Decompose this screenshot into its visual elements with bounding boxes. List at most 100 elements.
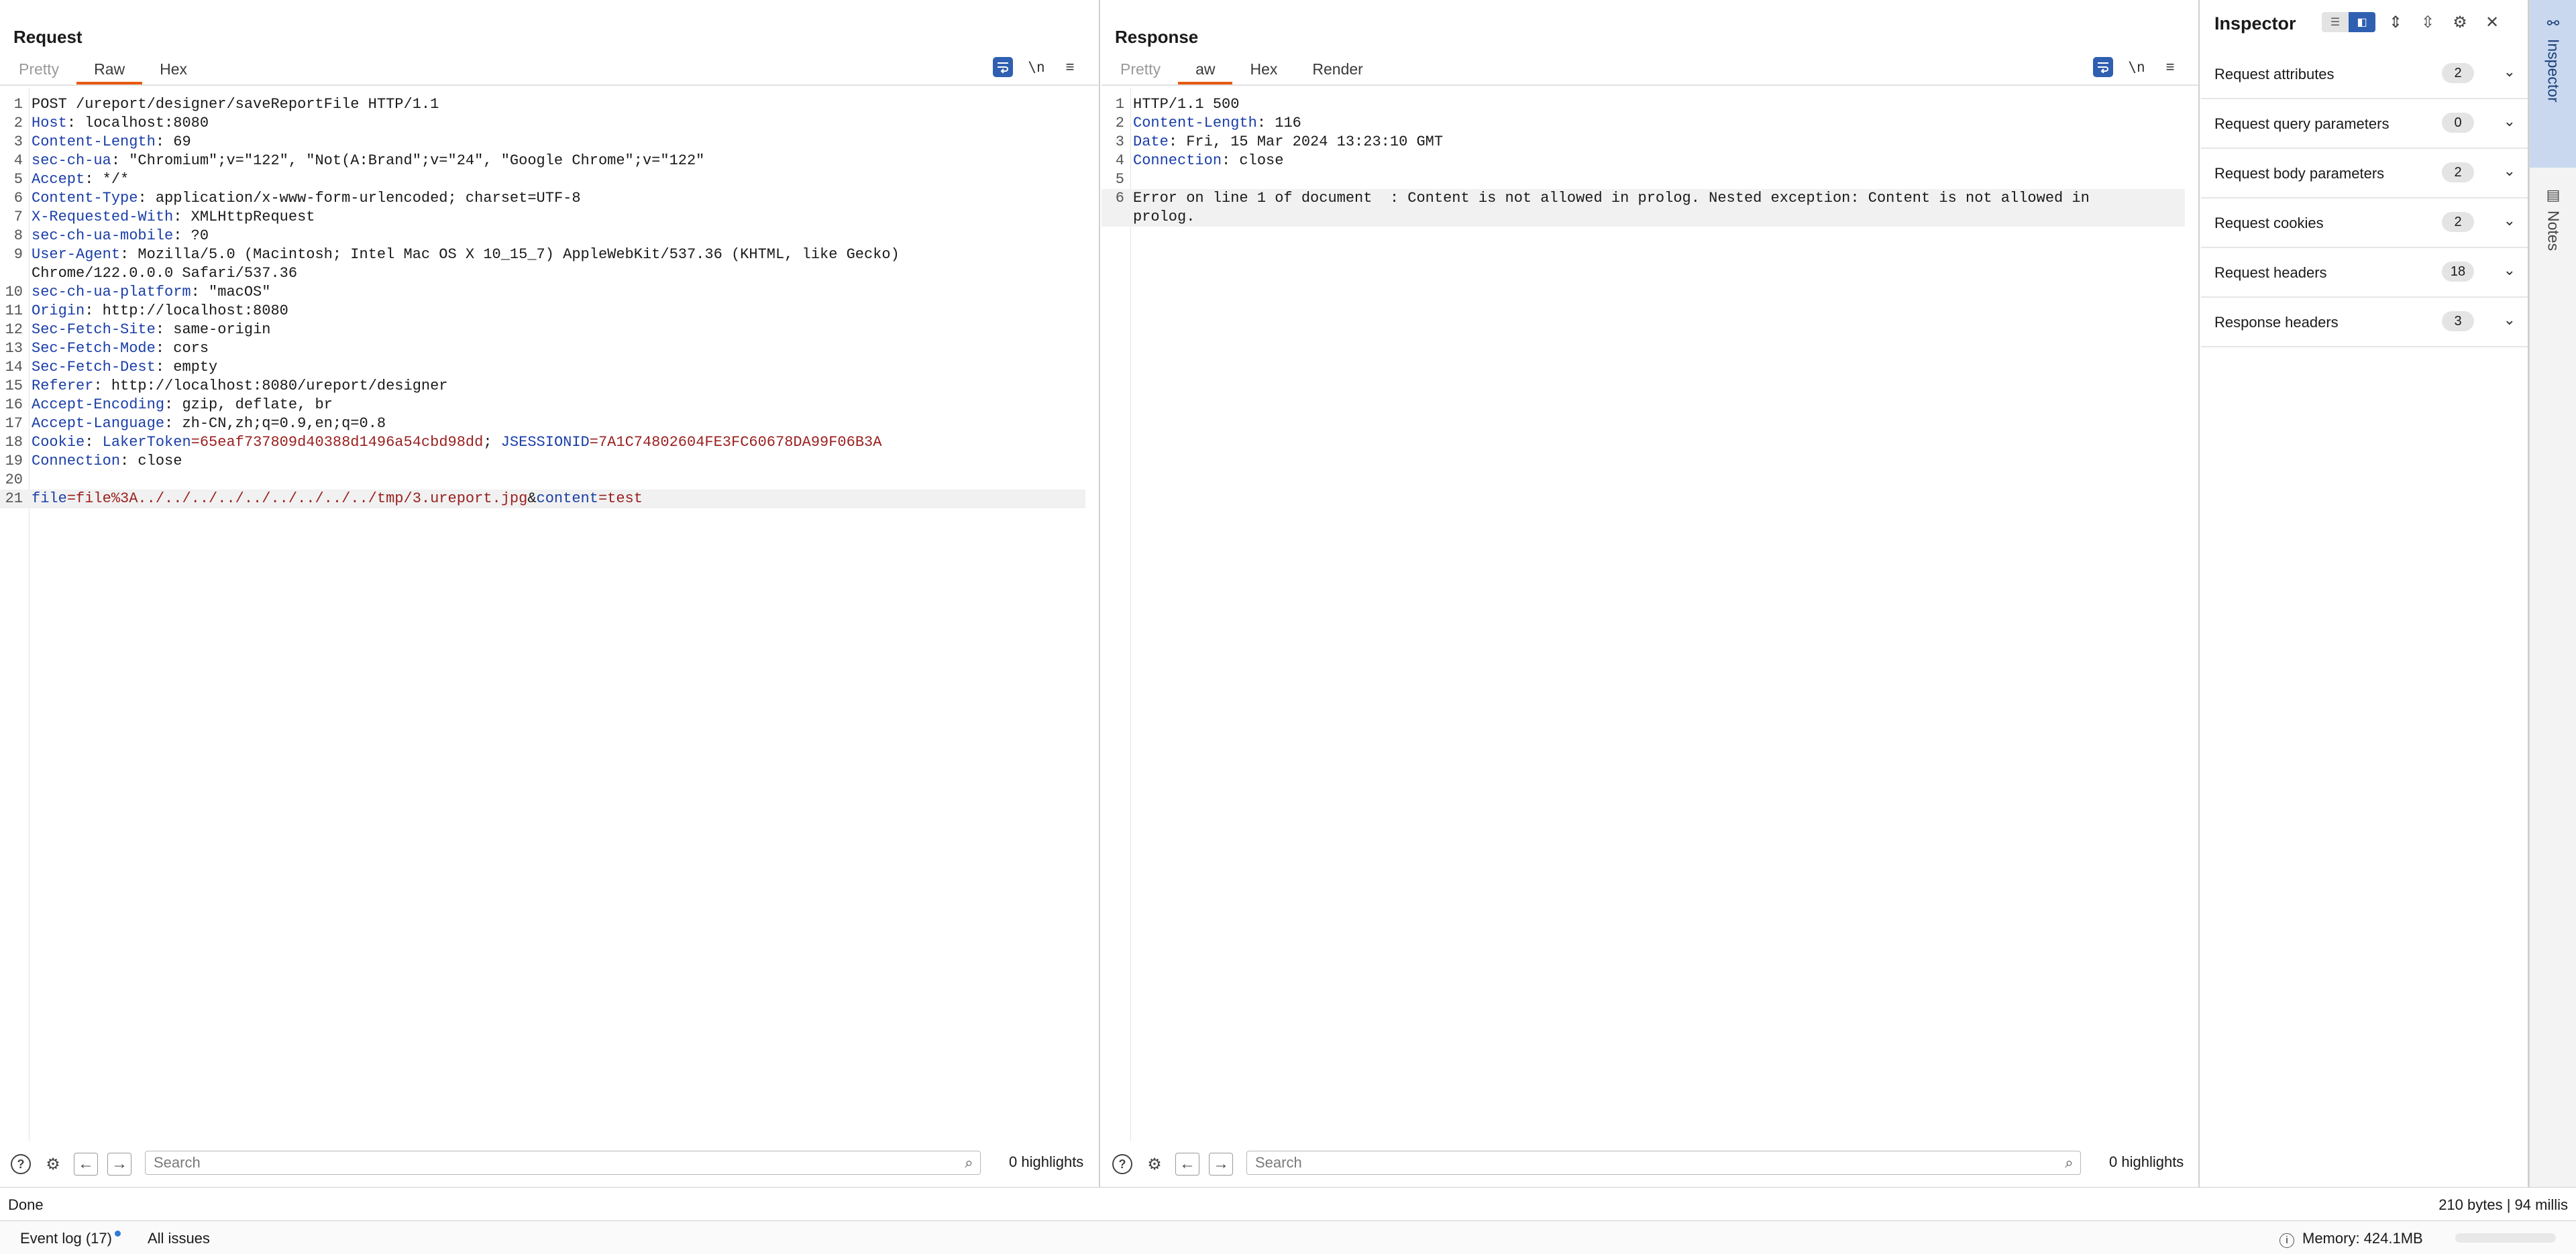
code-line: Chrome/122.0.0.0 Safari/537.36 xyxy=(0,264,1085,283)
next-match-arrow-icon[interactable]: → xyxy=(107,1153,131,1176)
chevron-down-icon[interactable]: ⌄ xyxy=(2504,262,2516,279)
notes-icon: ▤ xyxy=(2546,186,2561,203)
line-content: Origin: http://localhost:8080 xyxy=(32,302,288,321)
help-icon[interactable]: ? xyxy=(9,1153,32,1176)
previous-match-arrow-icon[interactable]: ← xyxy=(1175,1153,1199,1176)
inspector-row-response-headers[interactable]: Response headers 3 ⌄ xyxy=(2201,298,2528,347)
chevron-down-icon[interactable]: ⌄ xyxy=(2504,311,2516,329)
line-content: Content-Type: application/x-www-form-url… xyxy=(32,189,581,208)
inspector-row-request-cookies[interactable]: Request cookies 2 ⌄ xyxy=(2201,198,2528,248)
rail-tab-inspector[interactable]: ⚯ Inspector xyxy=(2530,0,2576,168)
request-tab-raw[interactable]: Raw xyxy=(76,58,143,84)
previous-match-arrow-icon[interactable]: ← xyxy=(74,1153,98,1176)
line-content: Connection: close xyxy=(1133,152,1283,170)
request-editor[interactable]: 1 POST /ureport/designer/saveReportFile H… xyxy=(0,89,1099,1141)
line-content: Chrome/122.0.0.0 Safari/537.36 xyxy=(32,264,297,283)
text-token: Error on line 1 of document : Content is… xyxy=(1133,190,2090,207)
inspector-tools: ☰ ◧ ⇕ ⇳ ⚙ ✕ xyxy=(2322,12,2504,32)
collapse-all-icon[interactable]: ⇳ xyxy=(2416,12,2440,32)
inspector-row-request-query-parameters[interactable]: Request query parameters 0 ⌄ xyxy=(2201,99,2528,149)
header-name-token: Sec-Fetch-Mode xyxy=(32,340,156,357)
response-search-input[interactable] xyxy=(1247,1154,2058,1172)
inspector-row-count: 3 xyxy=(2442,311,2474,331)
chevron-down-icon[interactable]: ⌄ xyxy=(2504,162,2516,180)
header-name-token: Connection xyxy=(32,453,121,469)
menu-icon[interactable]: ≡ xyxy=(2160,57,2180,77)
code-line: 5 xyxy=(1102,170,2185,189)
line-content: Sec-Fetch-Mode: cors xyxy=(32,339,209,358)
help-icon[interactable]: ? xyxy=(1111,1153,1134,1176)
next-match-arrow-icon[interactable]: → xyxy=(1209,1153,1233,1176)
header-name-token: Referer xyxy=(32,378,94,394)
request-tab-pretty[interactable]: Pretty xyxy=(13,58,76,84)
all-issues-link[interactable]: All issues xyxy=(148,1230,210,1247)
header-name-token: Accept-Encoding xyxy=(32,396,165,413)
inspector-row-request-body-parameters[interactable]: Request body parameters 2 ⌄ xyxy=(2201,149,2528,198)
inspector-row-request-attributes[interactable]: Request attributes 2 ⌄ xyxy=(2201,50,2528,99)
line-number: 12 xyxy=(5,321,23,338)
request-tab-hex[interactable]: Hex xyxy=(142,58,205,84)
show-newlines-button[interactable]: \n xyxy=(2127,57,2147,77)
settings-gear-icon[interactable]: ⚙ xyxy=(1143,1153,1166,1176)
line-content: Referer: http://localhost:8080/ureport/d… xyxy=(32,377,448,396)
request-pane: Request Pretty Raw Hex \n ≡ 1 POST /urepo… xyxy=(0,0,1100,1187)
value-token: =65eaf737809d40388d1496a54cbd98dd xyxy=(191,434,484,451)
chevron-down-icon[interactable]: ⌄ xyxy=(2504,63,2516,80)
show-newlines-button[interactable]: \n xyxy=(1026,57,1046,77)
inspector-row-count: 18 xyxy=(2442,262,2474,282)
request-highlight-count: 0 highlights xyxy=(1009,1153,1084,1170)
header-name-token: Host xyxy=(32,115,67,131)
response-tab-hex[interactable]: Hex xyxy=(1232,58,1295,84)
chevron-down-icon[interactable]: ⌄ xyxy=(2504,113,2516,130)
settings-gear-icon[interactable]: ⚙ xyxy=(42,1153,64,1176)
line-number: 8 xyxy=(13,227,23,244)
code-line: 1 POST /ureport/designer/saveReportFile H… xyxy=(0,95,1085,114)
rail-tab-notes-label: Notes xyxy=(2544,211,2563,251)
response-tab-raw[interactable]: aw xyxy=(1178,58,1233,84)
header-name-token: content xyxy=(536,490,598,507)
code-line: 3 Content-Length: 69 xyxy=(0,133,1085,152)
panel-view-icon[interactable]: ◧ xyxy=(2349,12,2375,32)
header-name-token: Date xyxy=(1133,133,1169,150)
wrap-lines-icon[interactable] xyxy=(993,57,1013,77)
line-content: Host: localhost:8080 xyxy=(32,114,209,133)
notification-dot xyxy=(114,1231,121,1237)
list-view-icon[interactable]: ☰ xyxy=(2322,12,2349,32)
text-token: : 116 xyxy=(1256,115,1301,131)
chevron-down-icon[interactable]: ⌄ xyxy=(2504,212,2516,229)
search-icon[interactable]: ⌕ xyxy=(2058,1154,2080,1172)
wrap-lines-icon[interactable] xyxy=(2093,57,2113,77)
code-line: 2 Content-Length: 116 xyxy=(1102,114,2185,133)
code-line: 12 Sec-Fetch-Site: same-origin xyxy=(0,321,1085,339)
expand-all-icon[interactable]: ⇕ xyxy=(2383,12,2408,32)
event-log-link[interactable]: Event log (17) xyxy=(20,1230,121,1247)
code-line: 10 sec-ch-ua-platform: "macOS" xyxy=(0,283,1085,302)
request-search-input[interactable] xyxy=(146,1154,958,1172)
response-editor[interactable]: 1 HTTP/1.1 500 2 Content-Length: 116 3 Date: … xyxy=(1102,89,2198,1141)
header-name-token: Connection xyxy=(1133,152,1222,169)
inspector-settings-gear-icon[interactable]: ⚙ xyxy=(2448,12,2472,32)
line-number: 21 xyxy=(5,490,23,507)
response-tab-pretty[interactable]: Pretty xyxy=(1115,58,1178,84)
rail-tab-notes[interactable]: ▤ Notes xyxy=(2530,172,2576,286)
line-content: POST /ureport/designer/saveReportFile HT… xyxy=(32,95,439,114)
rail-tab-inspector-label: Inspector xyxy=(2544,39,2563,103)
memory-label: Memory: 424.1MB xyxy=(2302,1230,2423,1247)
header-name-token: Content-Length xyxy=(32,133,156,150)
search-icon[interactable]: ⌕ xyxy=(958,1154,980,1172)
line-content: Cookie: LakerToken=65eaf737809d40388d149… xyxy=(32,433,881,452)
line-number: 5 xyxy=(13,171,23,188)
line-number: 20 xyxy=(5,471,23,488)
menu-icon[interactable]: ≡ xyxy=(1060,57,1080,77)
response-tab-render[interactable]: Render xyxy=(1295,58,1380,84)
inspector-sections: Request attributes 2 ⌄ Request query par… xyxy=(2201,50,2528,347)
code-line: 4 Connection: close xyxy=(1102,152,2185,170)
line-number: 2 xyxy=(1115,115,1124,131)
header-name-token: Content-Type xyxy=(32,190,138,207)
code-line: 5 Accept: */* xyxy=(0,170,1085,189)
header-name-token: sec-ch-ua xyxy=(32,152,111,169)
inspector-row-request-headers[interactable]: Request headers 18 ⌄ xyxy=(2201,248,2528,298)
event-log-label: Event log (17) xyxy=(20,1230,112,1247)
close-icon[interactable]: ✕ xyxy=(2480,12,2504,32)
code-line: 20 xyxy=(0,471,1085,490)
